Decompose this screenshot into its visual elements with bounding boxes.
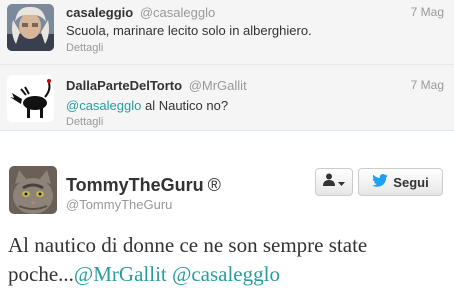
mention-link[interactable]: @casalegglo	[172, 262, 280, 286]
mention-link[interactable]: @MrGallit	[74, 262, 167, 286]
tweet-date[interactable]: 7 Mag	[411, 5, 444, 19]
avatar[interactable]	[9, 166, 57, 214]
person-icon	[323, 173, 335, 191]
main-tweet: TommyTheGuru ® @TommyTheGuru Segui Al nau…	[0, 131, 454, 292]
user-name[interactable]: TommyTheGuru ®	[66, 175, 221, 196]
user-name-text[interactable]: TommyTheGuru	[66, 175, 204, 195]
tweet-text: @casalegglo al Nautico no?	[66, 98, 228, 113]
caret-down-icon	[338, 173, 345, 191]
avatar[interactable]	[7, 4, 54, 51]
user-actions-button[interactable]	[315, 168, 353, 196]
user-name[interactable]: DallaParteDelTorto	[66, 78, 182, 93]
avatar[interactable]	[7, 75, 54, 122]
user-handle[interactable]: @TommyTheGuru	[66, 197, 172, 212]
tweet-text-rest: al Nautico no?	[141, 98, 229, 113]
reply-header: DallaParteDelTorto @MrGallit	[66, 78, 247, 93]
reply-header: casaleggio @casalegglo	[66, 5, 215, 20]
follow-button[interactable]: Segui	[358, 168, 443, 196]
user-handle[interactable]: @casalegglo	[140, 5, 215, 20]
registered-mark: ®	[207, 175, 221, 195]
reply-tweet[interactable]: DallaParteDelTorto @MrGallit 7 Mag @casa…	[0, 65, 454, 131]
tweet-text: Scuola, marinare lecito solo in alberghi…	[66, 23, 312, 38]
details-link[interactable]: Dettagli	[66, 116, 103, 128]
mention-link[interactable]: @casalegglo	[66, 98, 141, 113]
tweet-text: Al nautico di donne ce ne son sempre sta…	[8, 231, 448, 289]
user-name[interactable]: casaleggio	[66, 5, 133, 20]
details-link[interactable]: Dettagli	[66, 42, 103, 54]
follow-label: Segui	[393, 174, 429, 190]
user-handle[interactable]: @MrGallit	[189, 78, 247, 93]
twitter-bird-icon	[372, 174, 389, 190]
tweet-date[interactable]: 7 Mag	[411, 78, 444, 92]
reply-tweet[interactable]: casaleggio @casalegglo 7 Mag Scuola, mar…	[0, 0, 454, 65]
